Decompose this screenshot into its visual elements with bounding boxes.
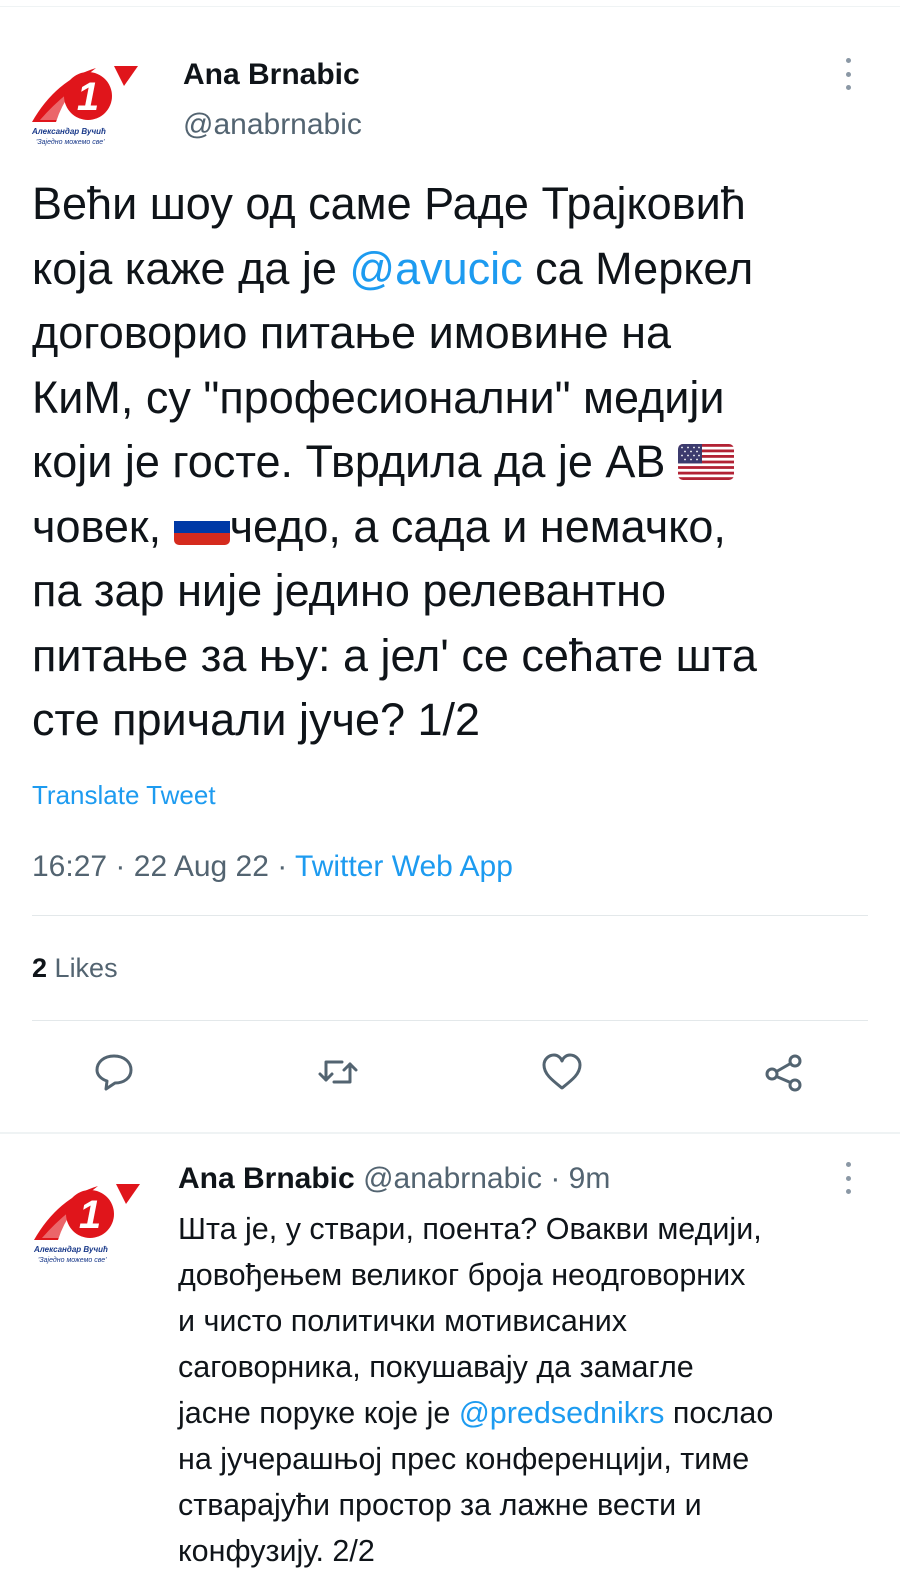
- divider: [32, 915, 868, 916]
- flag-us-icon: [677, 444, 734, 480]
- tweet-text: Већи шоу од саме Раде Трајковић која каж…: [32, 172, 882, 753]
- tweet-actions: [0, 1050, 900, 1100]
- avatar-number: 1: [77, 75, 99, 119]
- author-handle[interactable]: @anabrnabic: [183, 108, 362, 142]
- tweet-metadata: 16:27 · 22 Aug 22 · Twitter Web App: [32, 850, 513, 884]
- like-icon[interactable]: [540, 1050, 584, 1094]
- likes-link[interactable]: 2 Likes: [32, 953, 118, 984]
- retweet-icon[interactable]: [316, 1050, 360, 1094]
- sns-logo-icon: 1 Александар Вучић 'Заједно можемо све': [33, 1184, 140, 1264]
- author-name[interactable]: Ana Brnabic: [178, 1162, 355, 1195]
- meta-separator: ·: [277, 850, 288, 883]
- source-app-link[interactable]: Twitter Web App: [295, 850, 513, 883]
- sns-logo-icon: 1 Александар Вучић 'Заједно можемо све': [31, 66, 138, 146]
- tweet-time[interactable]: 9m: [569, 1162, 611, 1195]
- reply-header: Ana Brnabic @anabrnabic · 9m: [178, 1162, 610, 1196]
- meta-separator: ·: [550, 1162, 561, 1195]
- share-icon[interactable]: [762, 1050, 806, 1094]
- avatar-caption-2: 'Заједно можемо све': [36, 138, 105, 146]
- likes-count: 2: [32, 953, 48, 983]
- avatar-caption-2: 'Заједно можемо све': [38, 1256, 107, 1264]
- flag-ru-icon: [173, 508, 230, 545]
- likes-label: Likes: [54, 953, 118, 983]
- tweet-text: Шта је, у ствари, поента? Овакви медији,…: [178, 1206, 878, 1574]
- avatar-caption-1: Александар Вучић: [31, 127, 106, 136]
- reply-icon[interactable]: [92, 1050, 136, 1094]
- avatar-number: 1: [79, 1193, 101, 1237]
- mention-link[interactable]: @avucic: [349, 243, 522, 294]
- author-name[interactable]: Ana Brnabic: [183, 58, 360, 92]
- mention-link[interactable]: @predsednikrs: [459, 1396, 665, 1430]
- author-handle[interactable]: @anabrnabic: [363, 1162, 542, 1195]
- meta-separator: ·: [115, 850, 126, 883]
- top-border: [0, 6, 900, 7]
- tweet-date[interactable]: 22 Aug 22: [134, 850, 269, 883]
- tweet-separator: [0, 1132, 900, 1134]
- avatar-caption-1: Александар Вучић: [33, 1245, 108, 1254]
- translate-tweet-link[interactable]: Translate Tweet: [32, 780, 216, 811]
- more-options-icon[interactable]: [844, 58, 852, 90]
- divider: [32, 1020, 868, 1021]
- avatar[interactable]: 1 Александар Вучић 'Заједно можемо све': [26, 60, 146, 150]
- tweet-time[interactable]: 16:27: [32, 850, 107, 883]
- more-options-icon[interactable]: [844, 1162, 852, 1194]
- avatar[interactable]: 1 Александар Вучић 'Заједно можемо све': [28, 1178, 148, 1268]
- tweet-text-part: човек,: [32, 500, 162, 552]
